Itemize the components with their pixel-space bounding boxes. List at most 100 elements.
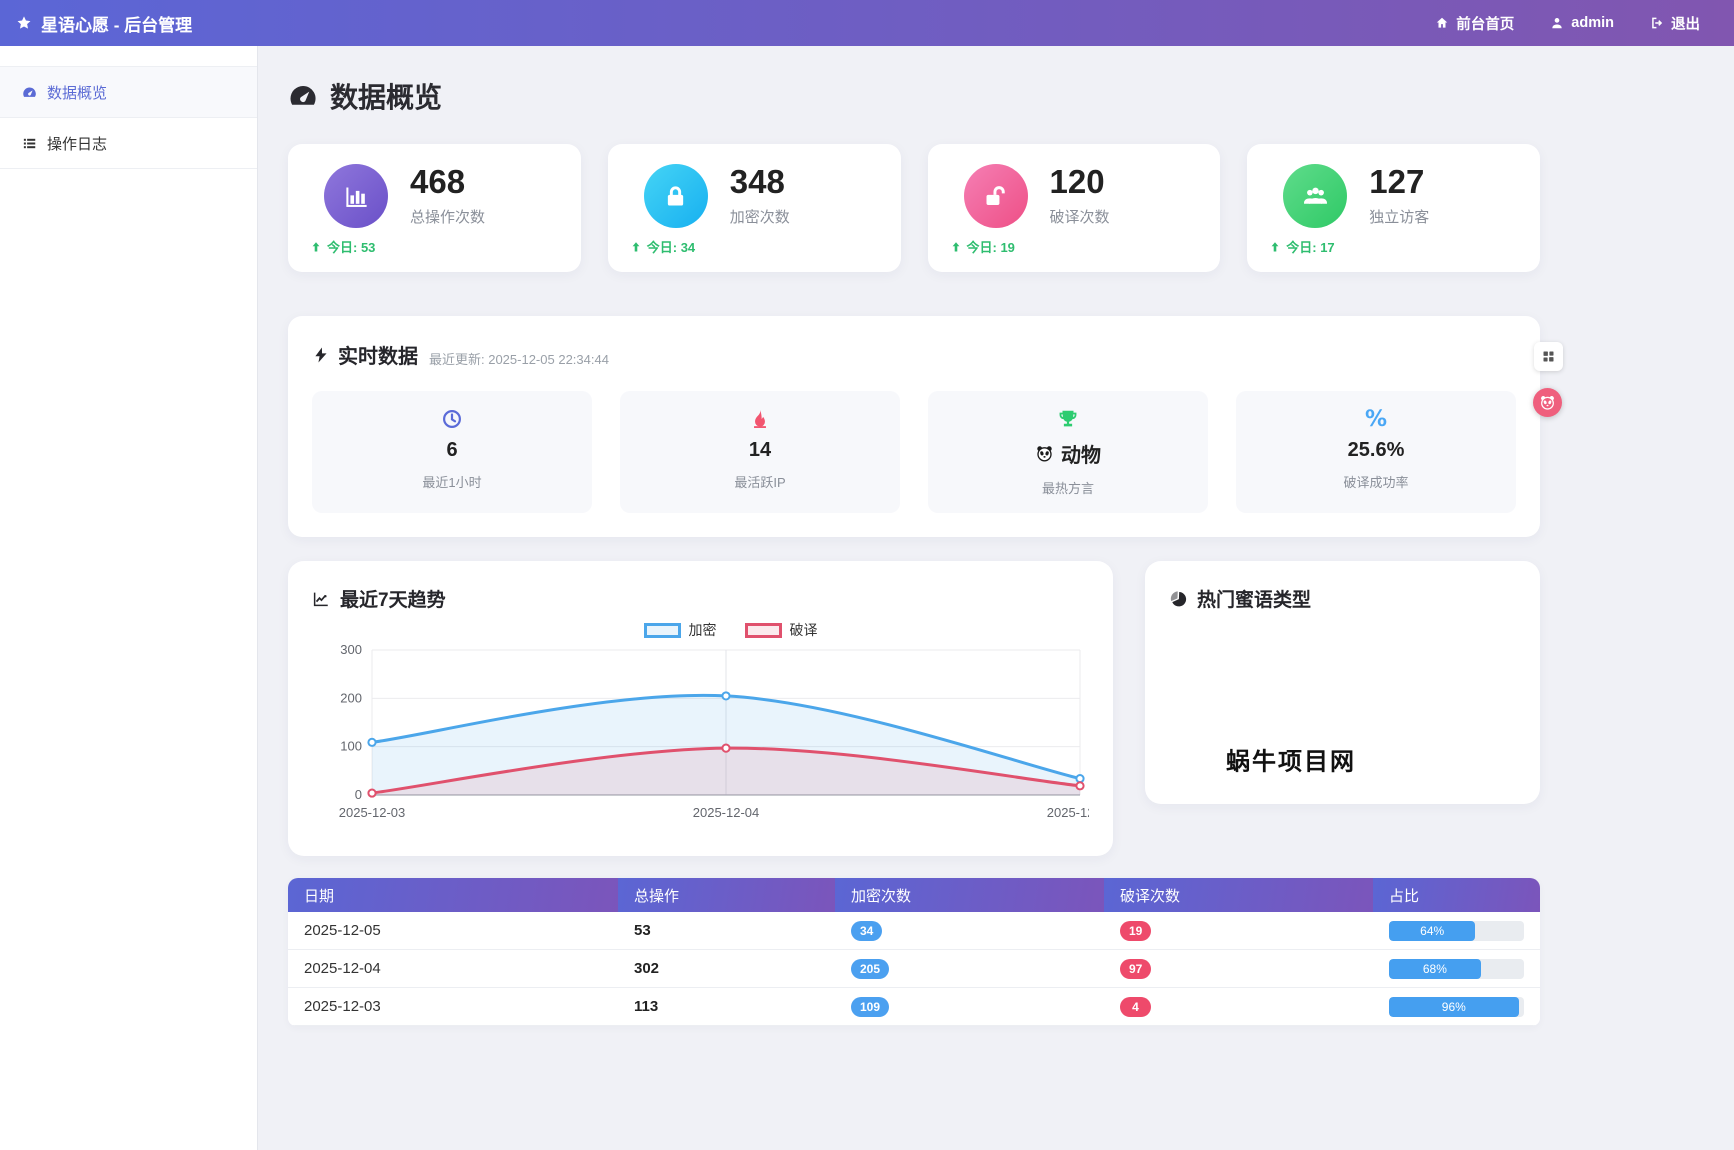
svg-text:300: 300	[340, 642, 362, 657]
realtime-tile-2: 动物 最热方言	[928, 391, 1208, 513]
stat-icon-circle	[1283, 164, 1348, 228]
fire-icon	[749, 408, 771, 430]
table-row: 2025-12-03 113 109 4 96%	[288, 988, 1540, 1026]
legend-item-1: 破译	[744, 620, 818, 640]
realtime-tile-1: 14 最活跃IP	[620, 391, 900, 513]
chart-line-icon	[312, 590, 330, 608]
lock-icon	[662, 183, 689, 210]
svg-text:2025-12-04: 2025-12-04	[693, 805, 760, 820]
nav-link-0[interactable]: 前台首页	[1435, 13, 1514, 34]
navbar-links: 前台首页 admin 退出	[1435, 13, 1700, 34]
stat-value: 348	[729, 162, 785, 200]
stat-today-label: 今日: 34	[646, 240, 696, 255]
stat-cards-row: 468 总操作次数今日: 53 348 加密次数今日: 34 120 破译次数 今日: 19…	[288, 144, 1540, 272]
cell-decrypt: 97	[1104, 958, 1373, 979]
encrypt-badge: 205	[851, 958, 890, 979]
gauge-icon	[22, 85, 37, 100]
cell-decrypt: 4	[1104, 996, 1373, 1017]
realtime-tile-value: 动物	[928, 439, 1208, 468]
main-content: 数据概览 468 总操作次数 今日: 53 348 加密次数 今日: 34 120 破译次数今…	[258, 46, 1734, 1150]
nav-link-label: 退出	[1671, 16, 1700, 33]
nav-link-1[interactable]: admin	[1550, 13, 1614, 34]
decrypt-badge: 4	[1120, 996, 1151, 1017]
stat-card-0: 468 总操作次数今日: 53	[288, 144, 581, 272]
stat-today-label: 今日: 17	[1286, 240, 1335, 255]
sidebar-item-0[interactable]: 数据概览	[0, 66, 257, 118]
encrypt-badge: 109	[851, 996, 890, 1017]
encrypt-badge: 34	[851, 920, 883, 941]
arrow-up-icon	[1269, 241, 1281, 253]
home-icon	[1435, 16, 1449, 30]
pie-card-title: 热门蜜语类型	[1169, 585, 1516, 612]
svg-text:100: 100	[340, 739, 362, 754]
decrypt-badge: 19	[1120, 920, 1152, 941]
sidebar-item-1[interactable]: 操作日志	[0, 118, 257, 169]
trend-chart: 0 100 200 300 2025-12-03 2025-12-04 2025-12-05	[312, 640, 1114, 833]
sidebar-item-label: 数据概览	[47, 84, 108, 102]
stat-today: 今日: 53	[310, 237, 559, 256]
gauge-icon	[288, 81, 318, 111]
ratio-progress: 68%	[1389, 958, 1524, 979]
top-navbar: 星语心愿 - 后台管理 前台首页 admin 退出	[0, 0, 1734, 46]
grid-icon	[1541, 349, 1556, 364]
page-title: 数据概览	[288, 76, 1540, 116]
table-header: 日期 总操作 加密次数 破译次数 占比	[288, 878, 1540, 912]
panda-icon	[1539, 394, 1556, 411]
ratio-progress: 96%	[1389, 996, 1524, 1017]
stat-label: 总操作次数	[410, 209, 486, 227]
nav-link-2[interactable]: 退出	[1650, 13, 1700, 34]
cell-ratio: 68%	[1373, 958, 1540, 979]
ratio-progress-fill: 96%	[1389, 996, 1519, 1017]
stat-today-label: 今日: 53	[327, 240, 376, 255]
stat-label: 破译次数	[1049, 209, 1110, 227]
stat-value: 127	[1369, 162, 1425, 200]
cell-encrypt: 205	[835, 958, 1104, 979]
realtime-tile-value: 6	[446, 439, 458, 461]
user-icon	[1550, 16, 1564, 30]
cell-total: 113	[634, 998, 659, 1015]
legend-swatch	[643, 622, 681, 638]
realtime-tile-0: 6 最近1小时	[312, 391, 592, 513]
ratio-progress-fill: 64%	[1389, 920, 1476, 941]
cell-date: 2025-12-05	[304, 922, 381, 939]
stat-today: 今日: 17	[1269, 237, 1518, 256]
realtime-updated: 最近更新: 2025-12-05 22:34:44	[429, 351, 609, 367]
cell-total: 53	[634, 922, 651, 939]
panda-icon	[1035, 444, 1054, 463]
trophy-icon	[1057, 408, 1079, 430]
cell-decrypt: 19	[1104, 920, 1373, 941]
sidebar: 数据概览操作日志	[0, 46, 258, 1150]
floating-panda-button[interactable]	[1533, 388, 1562, 417]
legend-label: 破译	[789, 622, 818, 638]
stat-value: 468	[410, 162, 466, 200]
table-row: 2025-12-04 302 205 97 68%	[288, 950, 1540, 988]
chart-legend: 加密 破译	[372, 620, 1089, 640]
daily-stats-table: 日期 总操作 加密次数 破译次数 占比 2025-12-05 53 34 19 64% 2025-…	[288, 878, 1540, 1026]
table-header-cell-2: 加密次数	[835, 878, 1104, 912]
stat-card-3: 127 独立访客今日: 17	[1247, 144, 1540, 272]
clock-icon	[441, 408, 463, 430]
realtime-card: 实时数据 最近更新: 2025-12-05 22:34:44 6 最近1小时 14 最…	[288, 316, 1540, 537]
svg-text:2025-12-05: 2025-12-05	[1047, 805, 1089, 820]
legend-swatch	[744, 622, 782, 638]
legend-label: 加密	[688, 622, 717, 638]
trend-chart-title: 最近7天趋势	[312, 585, 1089, 612]
pie-icon	[1169, 590, 1187, 608]
stat-today: 今日: 34	[630, 237, 879, 256]
stat-icon-circle	[643, 164, 708, 228]
logout-icon	[1650, 16, 1664, 30]
cell-ratio: 96%	[1373, 996, 1540, 1017]
stat-label: 加密次数	[729, 209, 790, 227]
pie-card: 热门蜜语类型 蜗牛项目网	[1145, 561, 1540, 804]
stat-card-2: 120 破译次数 今日: 19	[927, 144, 1221, 272]
app-title: 星语心愿 - 后台管理	[41, 15, 193, 35]
floating-grid-button[interactable]	[1534, 342, 1563, 371]
trend-chart-card: 最近7天趋势 加密 破译 0 100 200 300 2025-12-03 2025-12-…	[288, 561, 1113, 856]
realtime-tile-3: % 25.6% 破译成功率	[1236, 391, 1516, 513]
table-header-cell-0: 日期	[288, 878, 618, 912]
stat-label: 独立访客	[1369, 209, 1430, 227]
unlock-icon	[982, 183, 1009, 210]
nav-link-label: 前台首页	[1456, 16, 1515, 33]
decrypt-badge: 97	[1120, 958, 1152, 979]
svg-text:200: 200	[340, 690, 362, 705]
